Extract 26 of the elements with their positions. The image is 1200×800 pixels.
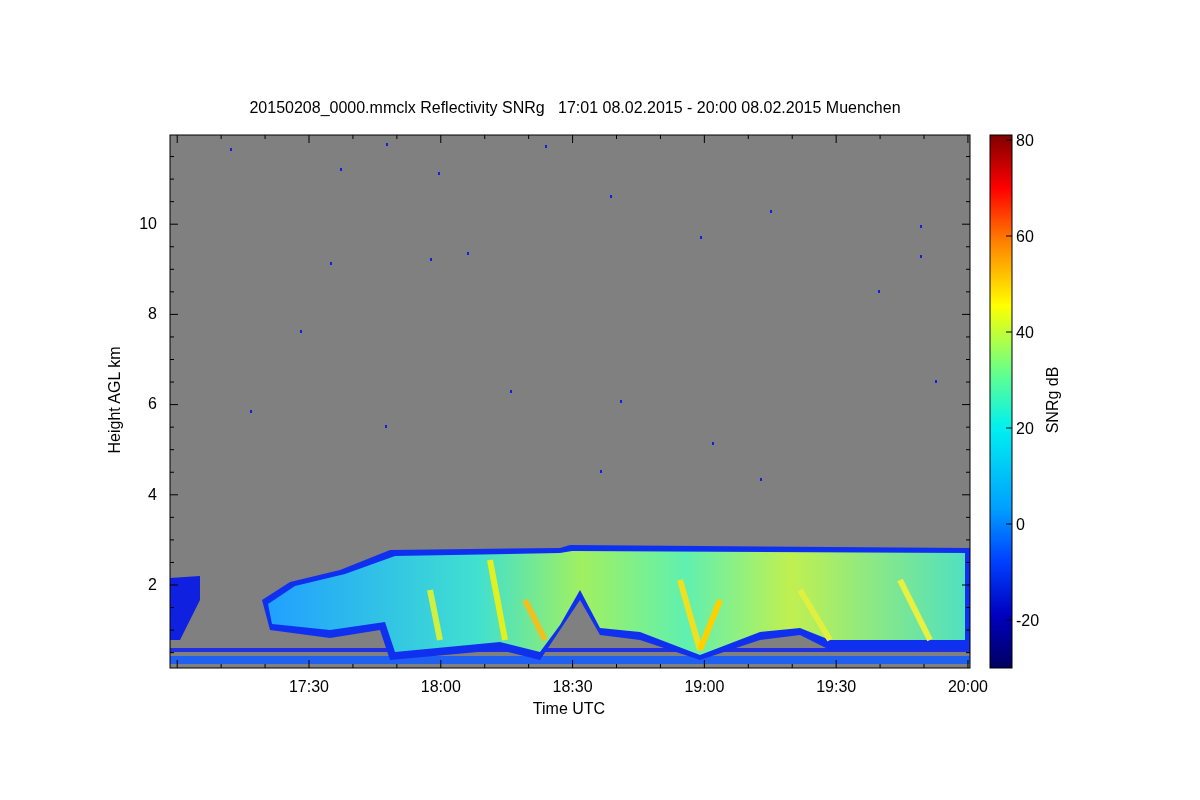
y-tick-label: 6 [148, 395, 157, 413]
x-tick-label: 19:30 [816, 678, 857, 695]
echo-streak [522, 598, 548, 642]
colorbar-tick-label: 80 [1016, 132, 1034, 149]
x-tick-label: 18:30 [552, 678, 593, 695]
echo-streak [897, 578, 933, 642]
y-tick-label: 4 [148, 485, 157, 503]
colorbar-tick-label: 60 [1016, 228, 1034, 245]
colorbar-label: SNRg dB [1044, 366, 1061, 434]
plot-title: 20150208_0000.mmclx Reflectivity SNRg 17:01 08.02.2015 - 20:00 08.02.2015 Muenchen [249, 99, 901, 116]
x-tick-label: 18:00 [420, 678, 461, 695]
colorbar-tick-label: 20 [1016, 420, 1034, 437]
y-axis-label: Height AGL km [106, 346, 123, 454]
y-tick-label: 10 [139, 215, 157, 232]
y-tick-label: 8 [148, 305, 157, 323]
echo-streak [797, 588, 833, 642]
colorbar-tick-label: 0 [1016, 516, 1025, 533]
x-tick-label: 19:00 [684, 678, 725, 695]
x-axis-label: Time UTC [532, 700, 606, 717]
colorbar-tick-label: -20 [1016, 612, 1040, 629]
echo-patch [170, 576, 200, 640]
x-tick-label: 17:30 [289, 678, 329, 695]
colorbar-tick-label: 40 [1016, 324, 1034, 341]
y-tick-label: 2 [148, 575, 157, 593]
echo-streak [427, 589, 443, 641]
x-tick-label: 20:00 [948, 678, 988, 695]
